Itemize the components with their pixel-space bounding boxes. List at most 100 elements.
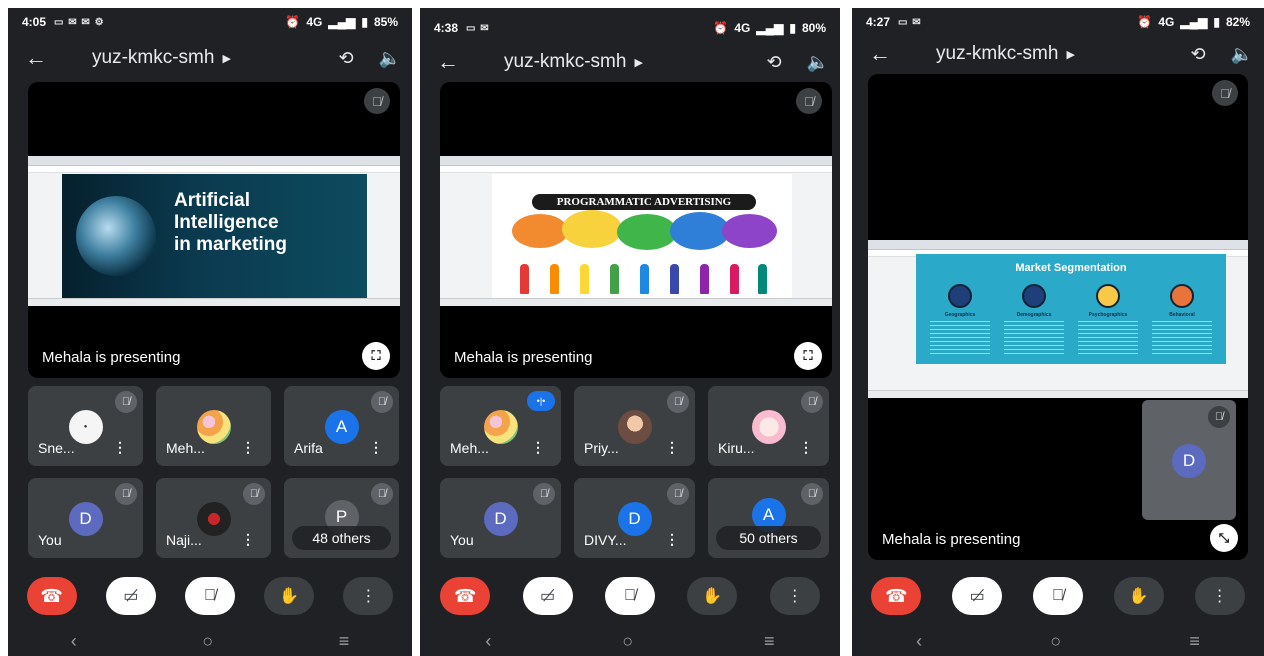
nav-recents-icon[interactable]: ≡ <box>764 631 775 652</box>
participant-tile[interactable]: 🎙̸ D DIVY... ⋮ <box>574 478 695 558</box>
speaker-icon[interactable]: 🔈 <box>796 52 840 73</box>
person-figure <box>580 264 589 294</box>
others-count: 48 others <box>292 526 391 550</box>
more-vert-icon[interactable]: ⋮ <box>241 439 255 456</box>
meeting-title-button[interactable]: yuz-kmkc-smh ▶ <box>900 43 1176 65</box>
more-vert-icon[interactable]: ⋮ <box>241 531 255 548</box>
more-vert-icon: ⋮ <box>786 588 803 605</box>
slide-headline: Artificial Intelligence in marketing <box>174 190 287 256</box>
alarm-icon: ⏰ <box>285 15 301 29</box>
nav-home-icon[interactable]: ○ <box>202 631 213 652</box>
participant-tile[interactable]: 🎙̸ Priy... ⋮ <box>574 386 695 466</box>
presenting-label: Mehala is presenting <box>42 349 181 366</box>
participant-name: Sne... <box>38 440 75 456</box>
mic-toggle-button[interactable]: 🎙̸ <box>184 577 235 615</box>
camera-switch-icon[interactable]: ⟲ <box>752 52 796 73</box>
self-view-tile[interactable]: 🎙̸ D <box>1142 400 1236 520</box>
participant-tile[interactable]: •|• Meh... ⋮ <box>440 386 561 466</box>
more-vert-icon[interactable]: ⋮ <box>113 439 127 456</box>
nav-recents-icon[interactable]: ≡ <box>339 631 350 652</box>
mic-toggle-button[interactable]: 🎙̸ <box>1032 577 1083 615</box>
battery-level: 80% <box>801 21 826 35</box>
nav-recents-icon[interactable]: ≡ <box>1189 631 1200 652</box>
raise-hand-button[interactable]: ✋ <box>687 577 738 615</box>
mic-off-icon: 🎙̸ <box>115 483 137 505</box>
speaking-indicator-icon: •|• <box>527 391 555 411</box>
android-nav-bar: ‹ ○ ≡ <box>420 626 840 656</box>
others-tile[interactable]: 🎙̸ A 50 others <box>708 478 829 558</box>
participant-tile[interactable]: 🎙̸ ● Sne... ⋮ <box>28 386 143 466</box>
slide-programmatic-advertising: PROGRAMMATIC ADVERTISING <box>492 174 792 302</box>
meeting-title-button[interactable]: yuz-kmkc-smh ▶ <box>56 47 324 69</box>
mic-off-icon: 🎙̸ <box>364 88 390 114</box>
nav-back-icon[interactable]: ‹ <box>71 631 77 652</box>
segment-column: Behavioral <box>1152 284 1212 355</box>
notification-icons: ▭ ✉ <box>898 16 922 28</box>
segment-name: Demographics <box>1016 312 1052 318</box>
nav-home-icon[interactable]: ○ <box>622 631 633 652</box>
slide-title: Market Segmentation <box>1015 262 1127 274</box>
meeting-code: yuz-kmkc-smh <box>936 43 1059 64</box>
camera-off-icon: ▭̸ <box>123 588 139 605</box>
mic-toggle-button[interactable]: 🎙̸ <box>604 577 655 615</box>
nav-back-icon[interactable]: ‹ <box>916 631 922 652</box>
back-arrow-icon[interactable]: ← <box>428 49 468 75</box>
more-options-button[interactable]: ⋮ <box>1194 577 1245 615</box>
phone-hangup-icon: ☎ <box>453 585 477 606</box>
exit-fullscreen-icon[interactable]: ⤡ <box>1210 524 1238 552</box>
participant-name: Naji... <box>166 532 202 548</box>
camera-off-icon: ▭̸ <box>540 588 556 605</box>
windows-taskbar <box>868 390 1248 398</box>
hangup-button[interactable]: ☎ <box>440 577 491 615</box>
participant-name: Meh... <box>166 440 205 456</box>
more-options-button[interactable]: ⋮ <box>769 577 820 615</box>
ai-head-illustration <box>76 196 156 276</box>
camera-toggle-button[interactable]: ▭̸ <box>105 577 156 615</box>
participant-tile[interactable]: 🎙̸ Kiru... ⋮ <box>708 386 829 466</box>
more-vert-icon[interactable]: ⋮ <box>799 439 813 456</box>
avatar: ● <box>68 410 103 444</box>
more-vert-icon[interactable]: ⋮ <box>665 531 679 548</box>
more-vert-icon[interactable]: ⋮ <box>531 439 545 456</box>
segment-details <box>930 321 990 355</box>
camera-toggle-button[interactable]: ▭̸ <box>952 577 1003 615</box>
slide-market-segmentation: Market Segmentation Geographics Demograp… <box>916 254 1226 364</box>
more-vert-icon[interactable]: ⋮ <box>665 439 679 456</box>
hangup-button[interactable]: ☎ <box>26 577 77 615</box>
nav-back-icon[interactable]: ‹ <box>485 631 491 652</box>
signal-icon: ▂▄▆ <box>1180 15 1208 29</box>
participant-tile-self[interactable]: 🎙̸ D You <box>440 478 561 558</box>
others-count: 50 others <box>716 526 821 550</box>
back-arrow-icon[interactable]: ← <box>16 45 56 71</box>
camera-switch-icon[interactable]: ⟲ <box>324 48 368 69</box>
segment-name: Psychographics <box>1088 312 1128 318</box>
back-arrow-icon[interactable]: ← <box>860 41 900 67</box>
speaker-icon[interactable]: 🔈 <box>1220 44 1264 65</box>
speaker-icon[interactable]: 🔈 <box>368 48 412 69</box>
more-vert-icon[interactable]: ⋮ <box>369 439 383 456</box>
hangup-button[interactable]: ☎ <box>871 577 922 615</box>
mic-off-icon: 🎙̸ <box>667 483 689 505</box>
fullscreen-icon[interactable]: ⛶ <box>794 342 822 370</box>
participant-tile[interactable]: Meh... ⋮ <box>156 386 271 466</box>
participant-tile[interactable]: 🎙̸ Naji... ⋮ <box>156 478 271 558</box>
mic-off-icon: 🎙̸ <box>667 391 689 413</box>
others-tile[interactable]: 🎙̸ P 48 others <box>284 478 399 558</box>
android-nav-bar: ‹ ○ ≡ <box>852 626 1264 656</box>
segment-column: Demographics <box>1004 284 1064 355</box>
shared-screen: Artificial Intelligence in marketing <box>28 156 400 306</box>
camera-switch-icon[interactable]: ⟲ <box>1176 44 1220 65</box>
nav-home-icon[interactable]: ○ <box>1050 631 1061 652</box>
more-options-button[interactable]: ⋮ <box>343 577 394 615</box>
brain-icon <box>1170 284 1194 308</box>
fullscreen-icon[interactable]: ⛶ <box>362 342 390 370</box>
participant-tile[interactable]: 🎙̸ A Arifa ⋮ <box>284 386 399 466</box>
mic-off-icon: 🎙̸ <box>801 391 823 413</box>
participant-tile-self[interactable]: 🎙̸ D You <box>28 478 143 558</box>
meeting-title-button[interactable]: yuz-kmkc-smh ▶ <box>468 51 752 73</box>
raise-hand-button[interactable]: ✋ <box>1113 577 1164 615</box>
battery-icon: ▮ <box>361 15 368 29</box>
raise-hand-button[interactable]: ✋ <box>264 577 315 615</box>
avatar: A <box>324 410 359 444</box>
camera-toggle-button[interactable]: ▭̸ <box>522 577 573 615</box>
